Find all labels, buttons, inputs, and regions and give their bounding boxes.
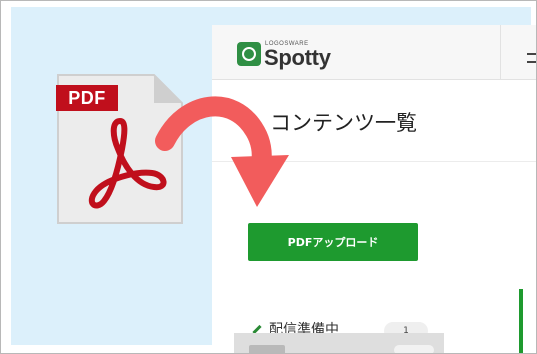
top-bar: LOGOSWARE Spotty (212, 25, 536, 80)
curved-arrow-icon (155, 96, 289, 207)
menu-icon[interactable] (527, 53, 536, 63)
screenshot-frame: LOGOSWARE Spotty コンテンツ一覧 PDFアップロード 配信準備中… (0, 0, 537, 354)
pdf-label: PDF (56, 85, 118, 111)
sidebar-item-selected-badge (394, 345, 434, 353)
topbar-divider (500, 25, 501, 79)
logo-text: Spotty (264, 45, 331, 70)
pdf-upload-button[interactable]: PDFアップロード (248, 223, 418, 261)
sidebar-item-selected[interactable] (234, 333, 444, 353)
spotty-logo-icon (237, 42, 261, 66)
sidebar-item-selected-label (249, 345, 285, 353)
content-accent-bar (519, 289, 523, 353)
